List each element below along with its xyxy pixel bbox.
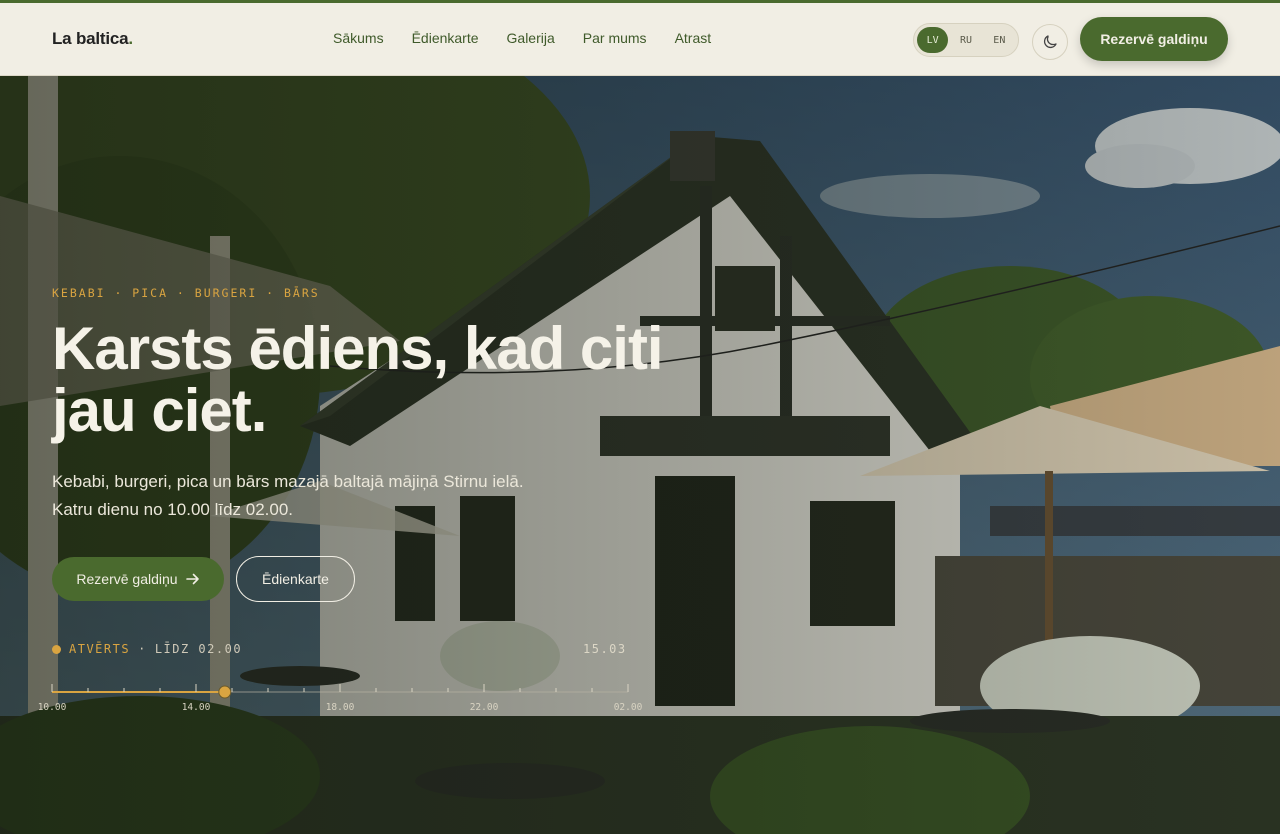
status-open: ATVĒRTS [69, 642, 131, 656]
lang-lv[interactable]: LV [917, 27, 949, 53]
arrow-right-icon [185, 573, 199, 585]
timeline-current-marker [218, 685, 232, 699]
hero-eyebrow: KEBABI · PICA · BURGERI · BĀRS [52, 286, 320, 300]
logo[interactable]: La baltica. [52, 29, 133, 49]
nav-item-atrast[interactable]: Atrast [675, 30, 712, 46]
hero-reserve-button[interactable]: Rezervē galdiņu [52, 557, 224, 601]
reserve-table-button[interactable]: Rezervē galdiņu [1080, 17, 1228, 61]
language-switcher: LV RU EN [913, 23, 1019, 57]
status-separator: · [138, 642, 147, 656]
timeline-tick-label: 10.00 [38, 702, 67, 713]
hero-menu-button[interactable]: Ēdienkarte [236, 556, 355, 602]
nav-item-galerija[interactable]: Galerija [507, 30, 555, 46]
hero-subtitle-line-1: Kebabi, burgeri, pica un bārs mazajā bal… [52, 472, 524, 491]
hero-subtitle-line-2: Katru dienu no 10.00 līdz 02.00. [52, 500, 294, 519]
timeline-tick-label: 14.00 [182, 702, 211, 713]
timeline-tick-label: 22.00 [470, 702, 499, 713]
hero-title-line-1: Karsts ēdiens, kad citi [52, 315, 664, 382]
nav-item-edienkarte[interactable]: Ēdienkarte [412, 30, 479, 46]
timeline-tick-label: 18.00 [326, 702, 355, 713]
main-nav: Sākums Ēdienkarte Galerija Par mums Atra… [333, 30, 711, 46]
current-time: 15.03 [583, 642, 627, 656]
status-until: LĪDZ 02.00 [154, 642, 243, 656]
moon-icon [1044, 35, 1057, 48]
hero-section: KEBABI · PICA · BURGERI · BĀRS Karsts ēd… [0, 76, 1280, 834]
nav-item-par-mums[interactable]: Par mums [583, 30, 647, 46]
lang-ru[interactable]: RU [950, 27, 981, 53]
hero-reserve-label: Rezervē galdiņu [76, 571, 178, 587]
theme-toggle-button[interactable] [1032, 24, 1068, 60]
hero-title: Karsts ēdiens, kad citi jau ciet. [52, 318, 752, 442]
hero-title-line-2: jau ciet. [52, 377, 267, 444]
hero-overlay [0, 76, 1280, 834]
lang-en[interactable]: EN [984, 27, 1015, 53]
opening-status: ATVĒRTS · LĪDZ 02.00 [52, 642, 242, 656]
site-header: La baltica. Sākums Ēdienkarte Galerija P… [0, 3, 1280, 76]
opening-hours-timeline: 10.00 14.00 18.00 22.00 02.00 [38, 684, 643, 713]
status-dot [52, 644, 61, 654]
nav-item-sakums[interactable]: Sākums [333, 30, 384, 46]
hero-subtitle: Kebabi, burgeri, pica un bārs mazajā bal… [52, 468, 612, 524]
timeline-tick-label: 02.00 [614, 702, 643, 713]
